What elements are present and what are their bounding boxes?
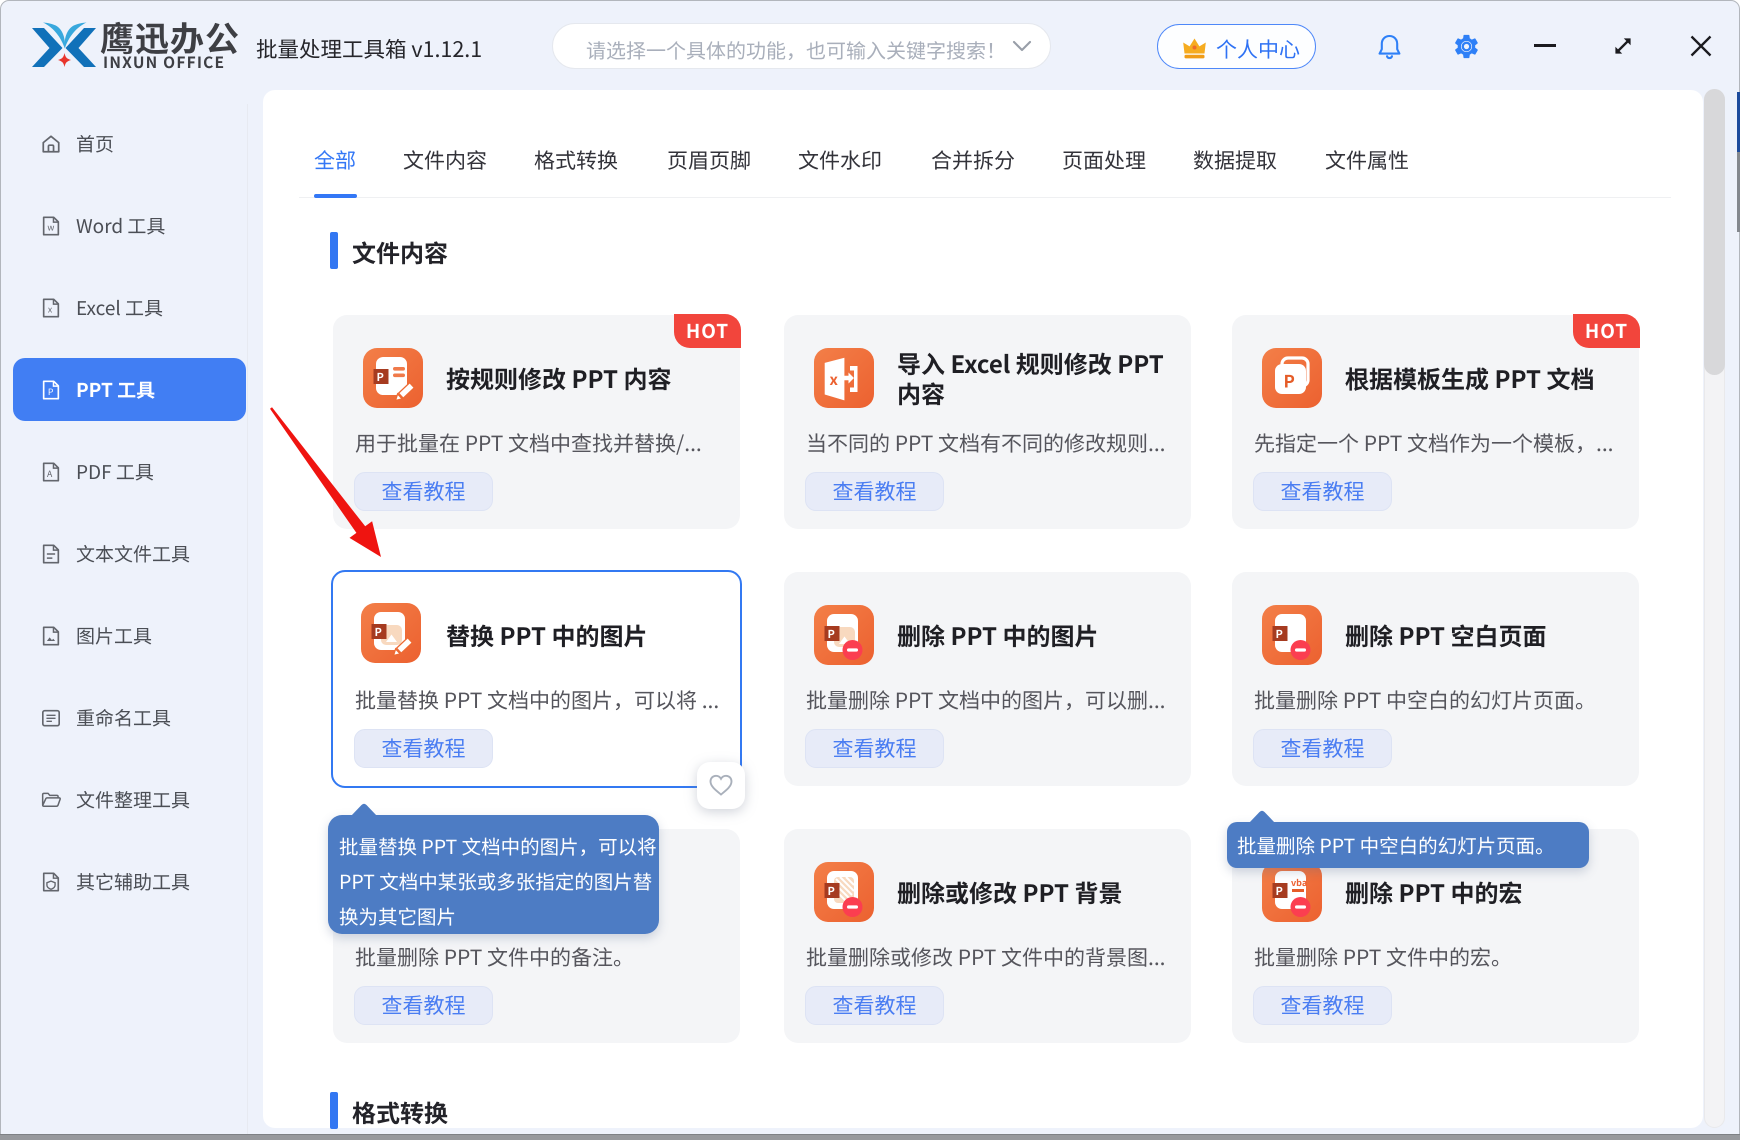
- svg-text:P: P: [1284, 368, 1295, 393]
- svg-text:P: P: [375, 624, 382, 640]
- svg-text:vba: vba: [1291, 876, 1307, 889]
- svg-text:P: P: [828, 626, 835, 642]
- svg-text:P: P: [1276, 883, 1283, 899]
- svg-text:A: A: [47, 467, 53, 480]
- svg-text:P: P: [828, 883, 835, 899]
- svg-text:P: P: [48, 385, 54, 398]
- svg-text:P: P: [377, 369, 384, 385]
- svg-text:x: x: [830, 369, 839, 390]
- svg-text:x: x: [48, 302, 53, 315]
- svg-text:w: w: [47, 220, 54, 233]
- svg-text:P: P: [1276, 626, 1283, 642]
